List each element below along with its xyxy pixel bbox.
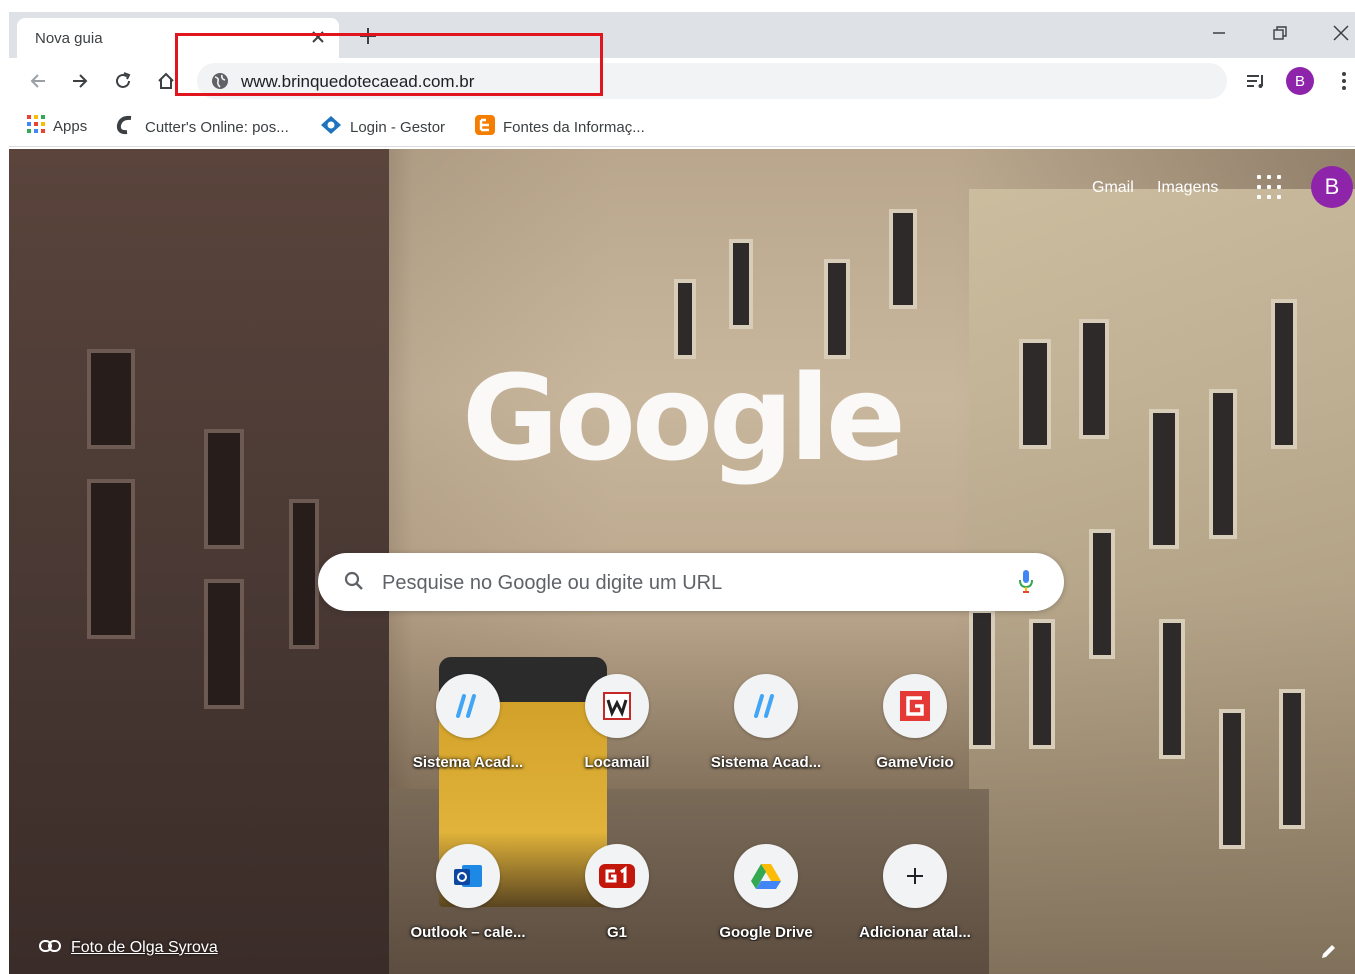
ntp-profile-avatar[interactable]: B [1311, 166, 1353, 208]
photo-window [289, 499, 319, 649]
cutters-icon [115, 115, 137, 139]
shortcut-label: Sistema Acad... [412, 754, 524, 771]
bookmark-apps[interactable]: Apps [27, 115, 87, 137]
shortcut-tile[interactable]: Adicionar atal... [859, 844, 971, 956]
photo-credit-text: Foto de Olga Syrova [71, 939, 218, 956]
search-input[interactable] [380, 567, 984, 599]
outlook-icon [436, 844, 500, 908]
photo-window [1219, 709, 1245, 849]
bookmark-gestor[interactable]: Login - Gestor [320, 115, 445, 139]
gmail-link[interactable]: Gmail [1092, 179, 1134, 197]
shortcut-tile[interactable]: GameVicio [859, 674, 971, 786]
shortcut-label: Adicionar atal... [859, 924, 971, 941]
bookmark-label: Cutter's Online: pos... [145, 118, 289, 136]
locamail-icon [585, 674, 649, 738]
google-apps-icon[interactable] [1257, 175, 1281, 199]
photo-window [1089, 529, 1115, 659]
photo-window [674, 279, 696, 359]
reading-list-icon[interactable] [1241, 66, 1271, 96]
photo-window [1279, 689, 1305, 829]
g1-icon [585, 844, 649, 908]
add-shortcut-icon [883, 844, 947, 908]
shortcut-label: Locamail [584, 754, 650, 771]
link-icon [39, 939, 61, 957]
browser-window: Nova guia www.brinquedotecaead.com.br B … [9, 12, 1355, 974]
shortcut-tile[interactable]: G1 [561, 844, 673, 956]
bookmarks-bar: Apps Cutter's Online: pos... Login - Ges… [9, 104, 1355, 147]
photo-window [889, 209, 917, 309]
shortcut-tile[interactable]: Sistema Acad... [710, 674, 822, 786]
microphone-icon[interactable] [1018, 569, 1034, 600]
photo-credit-link[interactable]: Foto de Olga Syrova [39, 939, 218, 957]
minimize-icon[interactable] [1197, 18, 1241, 48]
shortcut-label: Outlook – cale... [410, 924, 526, 941]
address-highlight-box [175, 33, 603, 96]
photo-window [729, 239, 753, 329]
photo-window [1029, 619, 1055, 749]
google-drive-icon [734, 844, 798, 908]
gestor-icon [320, 115, 342, 139]
sistema-acad-icon [436, 674, 500, 738]
gamevicio-icon [883, 674, 947, 738]
shortcut-tile[interactable]: Google Drive [710, 844, 822, 956]
pencil-icon[interactable] [1317, 939, 1341, 963]
bookmark-label: Apps [53, 117, 88, 135]
shortcut-tile[interactable]: Sistema Acad... [412, 674, 524, 786]
bookmark-label: Fontes da Informaç... [503, 118, 645, 136]
shortcut-label: G1 [606, 924, 627, 941]
photo-window [969, 609, 995, 749]
photo-window [1159, 619, 1185, 759]
search-icon [344, 571, 364, 596]
images-link[interactable]: Imagens [1157, 179, 1218, 197]
shortcut-tile[interactable]: Locamail [561, 674, 673, 786]
blogger-icon [475, 115, 495, 139]
shortcut-label: Google Drive [719, 924, 813, 941]
new-tab-page: Gmail Imagens B Google Pesquise no Googl… [9, 149, 1355, 974]
profile-avatar[interactable]: B [1286, 67, 1314, 95]
apps-grid-icon [27, 115, 45, 137]
shortcut-tile[interactable]: Outlook – cale... [410, 844, 526, 956]
reload-icon[interactable] [108, 66, 138, 96]
bookmark-label: Login - Gestor [350, 118, 446, 136]
shortcut-label: Sistema Acad... [710, 754, 822, 771]
photo-window [824, 259, 850, 359]
tab-title: Nova guia [35, 30, 103, 47]
google-logo: Google [462, 349, 906, 487]
bookmark-cutters[interactable]: Cutter's Online: pos... [115, 115, 289, 139]
close-window-icon[interactable] [1319, 18, 1355, 48]
shortcut-label: GameVicio [876, 754, 954, 771]
bookmark-fontes[interactable]: Fontes da Informaç... [475, 115, 645, 139]
restore-icon[interactable] [1258, 18, 1302, 48]
photo-window [204, 579, 244, 709]
photo-window [87, 479, 135, 639]
sistema-acad-icon [734, 674, 798, 738]
back-icon[interactable] [23, 66, 53, 96]
search-box[interactable] [318, 553, 1064, 611]
menu-kebab-icon[interactable] [1329, 66, 1355, 96]
forward-icon[interactable] [65, 66, 95, 96]
